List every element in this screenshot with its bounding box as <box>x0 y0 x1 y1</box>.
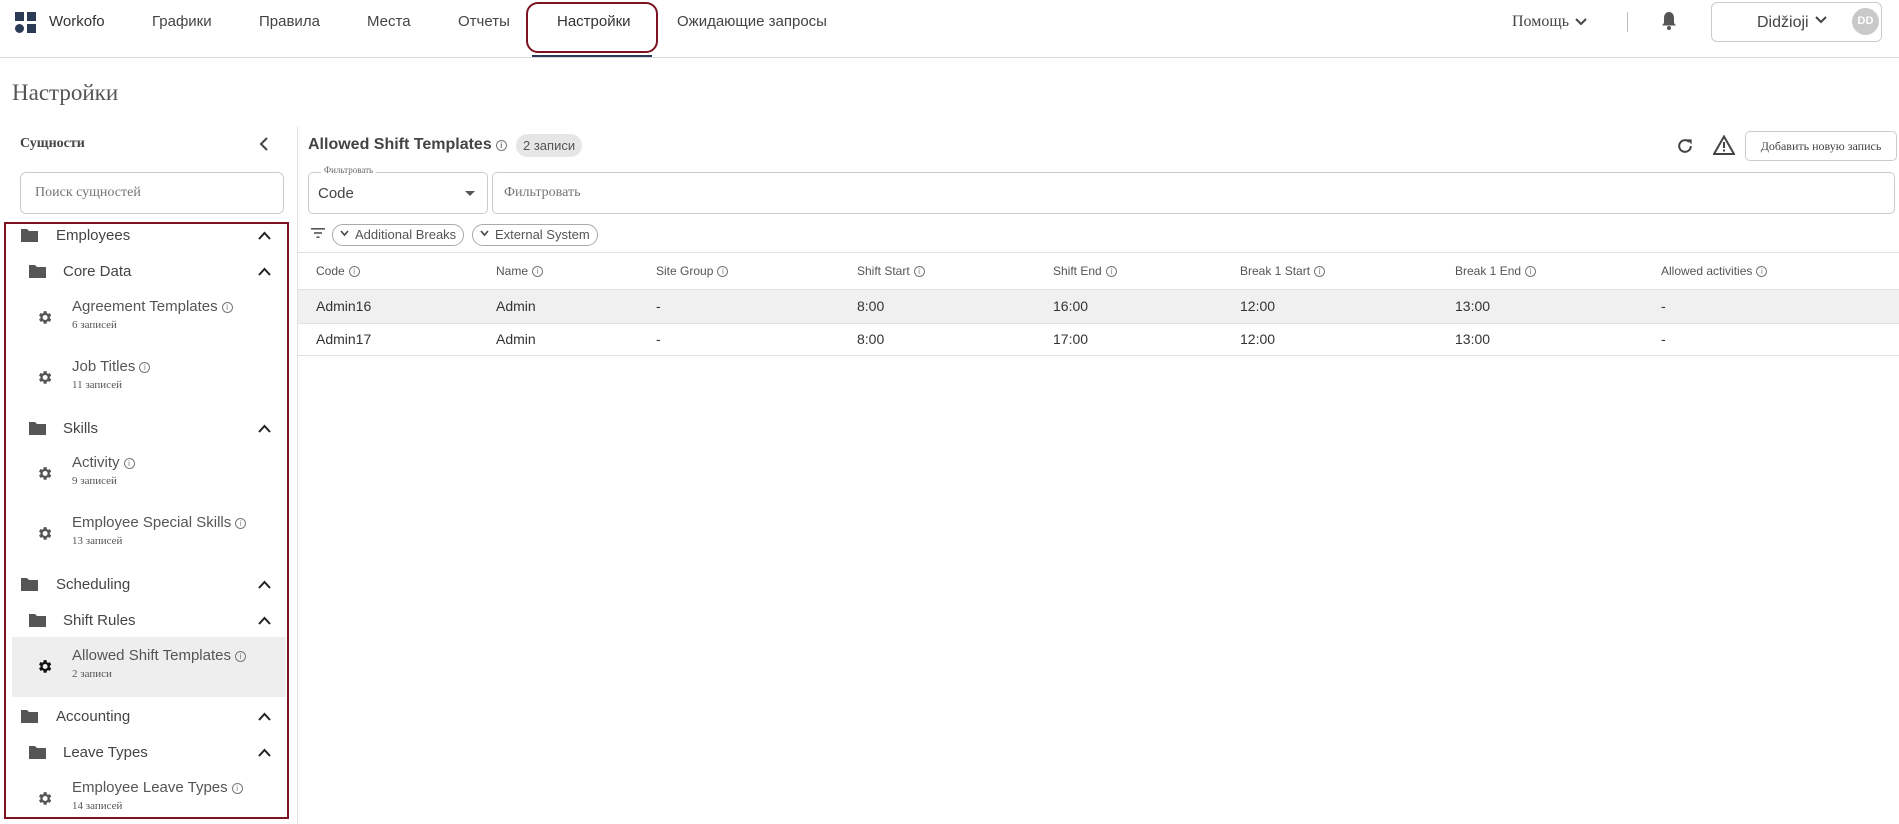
chevron-down-icon <box>480 230 489 237</box>
sidebar-heading: Сущности <box>20 136 85 151</box>
dropdown-arrow-icon <box>465 191 475 196</box>
column-header-shift-start[interactable]: Shift Start i <box>857 264 925 278</box>
cell-allowed-activities: - <box>1661 331 1666 347</box>
collapse-sidebar-icon[interactable] <box>259 137 269 151</box>
cell-shift-start: 8:00 <box>857 298 885 314</box>
info-icon[interactable]: i <box>1756 266 1768 277</box>
sidebar-divider <box>297 127 298 824</box>
page-title: Настройки <box>12 80 119 105</box>
row-divider <box>298 355 1899 356</box>
entity-search-input[interactable] <box>20 172 284 214</box>
nav-places[interactable]: Места <box>367 13 411 30</box>
column-header-code[interactable]: Code i <box>316 264 360 278</box>
help-label: Помощь <box>1512 13 1569 30</box>
filter-field-select[interactable]: Фильтровать Code <box>308 165 488 214</box>
chevron-down-icon <box>1575 18 1587 26</box>
app-logo-icon[interactable] <box>15 12 37 34</box>
filter-input[interactable] <box>492 172 1895 214</box>
table-top-border <box>298 252 1899 253</box>
cell-break-1-end: 13:00 <box>1455 331 1491 347</box>
chip-label: External System <box>495 227 590 242</box>
info-icon[interactable]: i <box>1314 266 1326 277</box>
nav-rules[interactable]: Правила <box>259 13 320 30</box>
filter-list-icon[interactable] <box>311 228 325 238</box>
user-name: Didžioji <box>1757 14 1809 31</box>
cell-break-1-start: 12:00 <box>1240 331 1276 347</box>
column-header-break-1-start[interactable]: Break 1 Start i <box>1240 264 1326 278</box>
nav-reports[interactable]: Отчеты <box>458 13 510 30</box>
brand-name[interactable]: Workofo <box>49 13 105 30</box>
column-header-name[interactable]: Name i <box>496 264 544 278</box>
info-icon[interactable]: i <box>348 266 360 277</box>
avatar[interactable]: DD <box>1852 8 1879 35</box>
info-icon[interactable]: i <box>913 266 925 277</box>
cell-break-1-end: 13:00 <box>1455 298 1491 314</box>
top-nav-bar: Workofo Графики Правила Места Отчеты Нас… <box>0 0 1899 58</box>
table-row[interactable]: Admin16 Admin - 8:00 16:00 12:00 13:00 - <box>298 290 1899 323</box>
column-header-site-group[interactable]: Site Group i <box>656 264 729 278</box>
nav-pending-requests[interactable]: Ожидающие запросы <box>677 13 827 30</box>
notifications-bell-icon[interactable] <box>1661 11 1677 31</box>
info-icon[interactable]: i <box>717 266 729 277</box>
cell-name: Admin <box>496 298 536 314</box>
nav-schedules[interactable]: Графики <box>152 13 212 30</box>
info-icon[interactable]: i <box>1105 266 1117 277</box>
column-header-allowed-activities[interactable]: Allowed activities i <box>1661 264 1768 278</box>
chevron-down-icon <box>1815 16 1827 24</box>
filter-chip-additional-breaks[interactable]: Additional Breaks <box>332 224 465 246</box>
filter-field-value: Code <box>318 185 354 202</box>
column-header-break-1-end[interactable]: Break 1 End i <box>1455 264 1537 278</box>
add-record-button[interactable]: Добавить новую запись <box>1745 131 1897 161</box>
cell-name: Admin <box>496 331 536 347</box>
warning-icon[interactable] <box>1713 135 1735 155</box>
divider <box>1627 12 1628 32</box>
cell-shift-start: 8:00 <box>857 331 885 347</box>
info-icon[interactable]: i <box>1525 266 1537 277</box>
chip-label: Additional Breaks <box>355 227 457 242</box>
filter-chip-external-system[interactable]: External System <box>472 224 598 246</box>
column-header-shift-end[interactable]: Shift End i <box>1053 264 1117 278</box>
settings-highlight-outline <box>526 2 658 53</box>
chevron-down-icon <box>340 230 349 237</box>
info-icon[interactable]: i <box>532 266 544 277</box>
record-count-badge: 2 записи <box>516 134 583 157</box>
cell-allowed-activities: - <box>1661 298 1666 314</box>
cell-site-group: - <box>656 298 661 314</box>
help-menu[interactable]: Помощь <box>1512 13 1587 31</box>
cell-shift-end: 17:00 <box>1053 331 1089 347</box>
info-icon[interactable]: i <box>495 140 507 151</box>
entity-tree-highlight-outline <box>4 222 289 819</box>
active-tab-indicator <box>532 55 652 57</box>
table-row[interactable]: Admin17 Admin - 8:00 17:00 12:00 13:00 - <box>298 323 1899 356</box>
cell-code: Admin16 <box>316 298 372 314</box>
cell-shift-end: 16:00 <box>1053 298 1089 314</box>
cell-code: Admin17 <box>316 331 372 347</box>
entity-title: Allowed Shift Templates i <box>308 136 507 154</box>
filter-field-label: Фильтровать <box>321 165 377 175</box>
cell-site-group: - <box>656 331 661 347</box>
cell-break-1-start: 12:00 <box>1240 298 1276 314</box>
refresh-icon[interactable] <box>1675 136 1695 156</box>
